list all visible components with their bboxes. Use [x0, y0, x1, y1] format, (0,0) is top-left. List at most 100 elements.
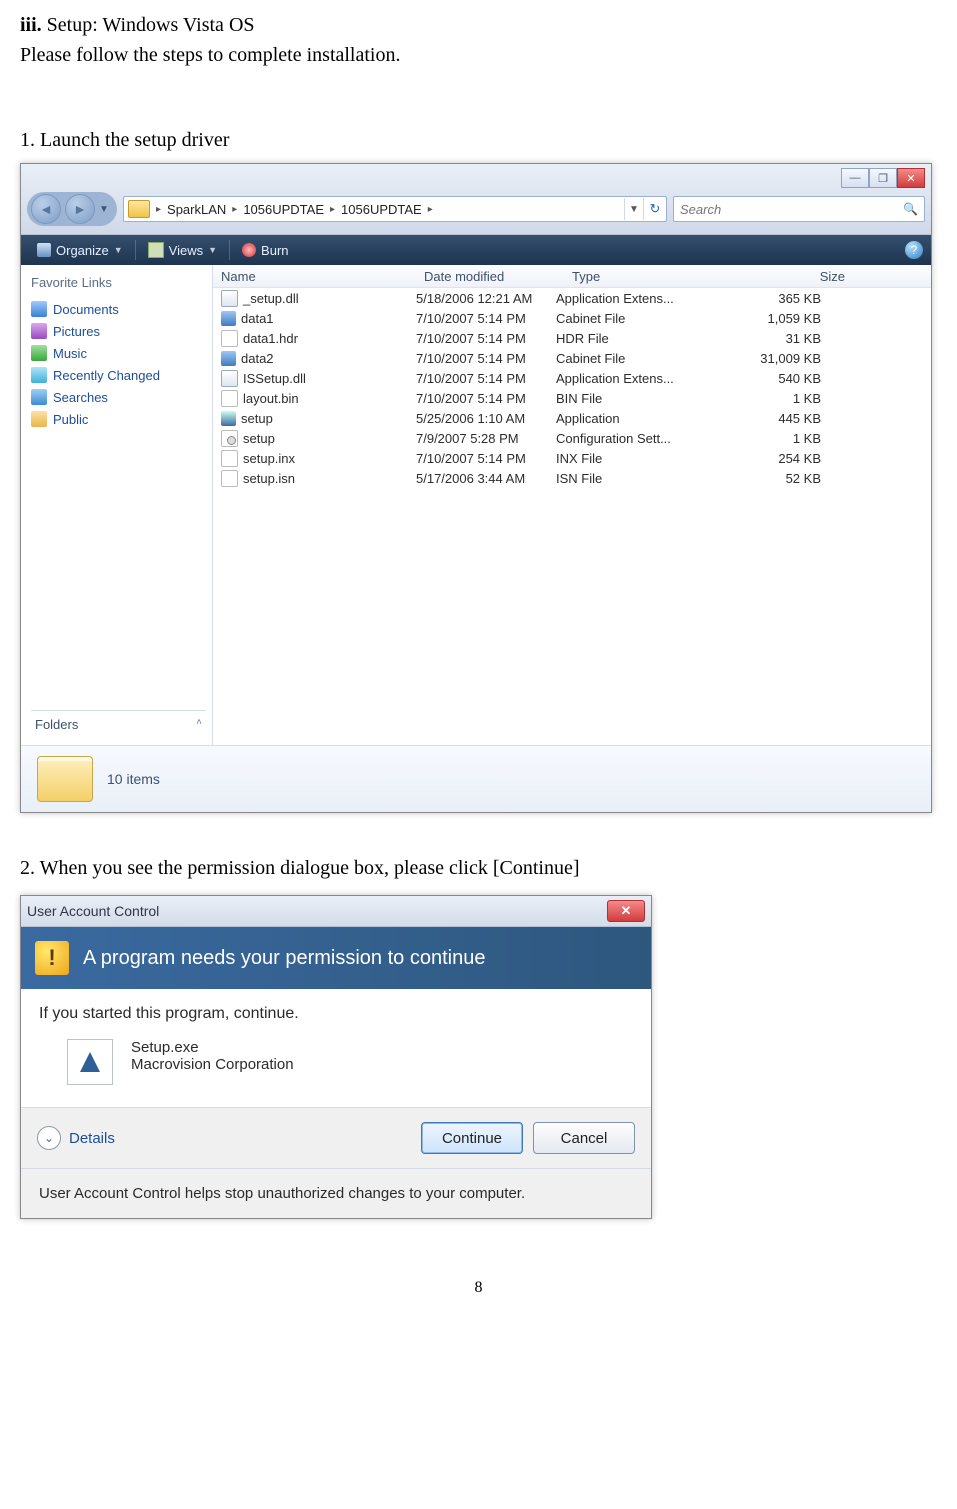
file-type: ISN File	[556, 471, 711, 486]
organize-label: Organize	[56, 243, 109, 258]
file-size: 445 KB	[711, 411, 841, 426]
chevron-down-icon: ▼	[208, 245, 217, 255]
search-input[interactable]	[674, 201, 882, 218]
uac-body: If you started this program, continue. S…	[21, 989, 651, 1107]
file-name: setup.inx	[243, 451, 295, 466]
search-box[interactable]: 🔍	[673, 196, 925, 222]
cancel-button[interactable]: Cancel	[533, 1122, 635, 1154]
file-name: data2	[241, 351, 274, 366]
breadcrumb-item[interactable]: SparkLAN	[163, 202, 230, 217]
file-size: 254 KB	[711, 451, 841, 466]
favorite-searches[interactable]: Searches	[31, 386, 206, 408]
file-icon	[221, 450, 238, 467]
pictures-icon	[31, 323, 47, 339]
burn-button[interactable]: Burn	[234, 243, 296, 258]
file-row[interactable]: layout.bin7/10/2007 5:14 PMBIN File1 KB	[213, 388, 931, 408]
heading-prefix: iii.	[20, 14, 42, 36]
folders-panel-toggle[interactable]: Folders ˄	[31, 710, 206, 738]
favorite-public[interactable]: Public	[31, 408, 206, 430]
address-dropdown[interactable]: ▼	[625, 204, 643, 215]
file-row[interactable]: _setup.dll 5/18/2006 12:21 AMApplication …	[213, 288, 931, 308]
program-name: Setup.exe	[131, 1039, 294, 1056]
file-name: setup.isn	[243, 471, 295, 486]
organize-button[interactable]: Organize ▼	[29, 243, 131, 258]
file-name: setup	[241, 411, 273, 426]
col-size[interactable]: Size	[727, 269, 865, 284]
uac-button-row: ⌄ Details Continue Cancel	[21, 1107, 651, 1169]
folder-icon	[128, 200, 150, 218]
exe-icon	[221, 411, 236, 426]
dll-icon	[221, 370, 238, 387]
close-button[interactable]: ✕	[897, 168, 925, 188]
back-button[interactable]: ◄	[31, 194, 61, 224]
breadcrumb-item[interactable]: 1056UPDTAE	[337, 202, 426, 217]
uac-title-text: User Account Control	[27, 903, 159, 919]
chevron-up-icon: ˄	[196, 717, 202, 732]
file-size: 365 KB	[711, 291, 841, 306]
address-bar[interactable]: ▸ SparkLAN ▸ 1056UPDTAE ▸ 1056UPDTAE ▸ ▼…	[123, 196, 667, 222]
explorer-window: — ❐ ✕ ◄ ► ▼ ▸ SparkLAN ▸ 1056UPDTAE ▸ 10…	[20, 163, 932, 813]
col-date[interactable]: Date modified	[416, 269, 564, 284]
favorite-music[interactable]: Music	[31, 342, 206, 364]
burn-label: Burn	[261, 243, 288, 258]
file-type: Cabinet File	[556, 351, 711, 366]
organize-icon	[37, 243, 51, 257]
minimize-button[interactable]: —	[841, 168, 869, 188]
file-row[interactable]: data17/10/2007 5:14 PMCabinet File1,059 …	[213, 308, 931, 328]
fav-label: Pictures	[53, 324, 100, 339]
maximize-button[interactable]: ❐	[869, 168, 897, 188]
file-size: 1 KB	[711, 431, 841, 446]
file-row[interactable]: data27/10/2007 5:14 PMCabinet File31,009…	[213, 348, 931, 368]
chevron-right-icon: ▸	[328, 204, 337, 215]
file-date: 7/10/2007 5:14 PM	[416, 311, 556, 326]
program-company: Macrovision Corporation	[131, 1056, 294, 1073]
file-list-pane: Name Date modified Type Size _setup.dll 5…	[213, 265, 931, 745]
step-1: 1. Launch the setup driver	[20, 125, 937, 155]
forward-button[interactable]: ►	[65, 194, 95, 224]
fav-label: Documents	[53, 302, 119, 317]
close-button[interactable]: ✕	[607, 900, 645, 922]
chevron-right-icon: ▸	[154, 204, 163, 215]
help-button[interactable]: ?	[905, 241, 923, 259]
chevron-right-icon: ▸	[426, 204, 435, 215]
col-name[interactable]: Name	[213, 269, 416, 284]
nav-history-dropdown[interactable]: ▼	[97, 204, 113, 215]
file-row[interactable]: ISSetup.dll7/10/2007 5:14 PMApplication …	[213, 368, 931, 388]
continue-button[interactable]: Continue	[421, 1122, 523, 1154]
file-type: BIN File	[556, 391, 711, 406]
file-type: HDR File	[556, 331, 711, 346]
file-row[interactable]: setup.inx7/10/2007 5:14 PMINX File254 KB	[213, 448, 931, 468]
file-type: Application Extens...	[556, 291, 711, 306]
file-date: 5/18/2006 12:21 AM	[416, 291, 556, 306]
favorite-recent[interactable]: Recently Changed	[31, 364, 206, 386]
file-date: 7/10/2007 5:14 PM	[416, 331, 556, 346]
folders-label: Folders	[35, 717, 78, 732]
col-type[interactable]: Type	[564, 269, 727, 284]
fav-label: Public	[53, 412, 88, 427]
file-row[interactable]: setup7/9/2007 5:28 PMConfiguration Sett.…	[213, 428, 931, 448]
uac-banner-text: A program needs your permission to conti…	[83, 947, 485, 970]
favorite-pictures[interactable]: Pictures	[31, 320, 206, 342]
views-button[interactable]: Views ▼	[140, 242, 225, 258]
file-row[interactable]: data1.hdr7/10/2007 5:14 PMHDR File31 KB	[213, 328, 931, 348]
details-toggle[interactable]: ⌄ Details	[37, 1126, 115, 1150]
file-name: _setup.dll	[243, 291, 299, 306]
explorer-header: — ❐ ✕ ◄ ► ▼ ▸ SparkLAN ▸ 1056UPDTAE ▸ 10…	[21, 164, 931, 235]
search-icon: 🔍	[903, 202, 918, 216]
file-date: 5/25/2006 1:10 AM	[416, 411, 556, 426]
file-row[interactable]: setup 5/25/2006 1:10 AMApplication445 KB	[213, 408, 931, 428]
nav-buttons: ◄ ► ▼	[27, 192, 117, 226]
file-type: Application	[556, 411, 711, 426]
file-size: 540 KB	[711, 371, 841, 386]
file-size: 1,059 KB	[711, 311, 841, 326]
item-count: 10 items	[107, 771, 160, 787]
refresh-button[interactable]: ↻	[643, 198, 666, 220]
ini-icon	[221, 430, 238, 447]
dll-icon	[221, 290, 238, 307]
file-size: 1 KB	[711, 391, 841, 406]
favorite-documents[interactable]: Documents	[31, 298, 206, 320]
file-name: data1.hdr	[243, 331, 298, 346]
file-row[interactable]: setup.isn5/17/2006 3:44 AMISN File52 KB	[213, 468, 931, 488]
views-icon	[148, 242, 164, 258]
breadcrumb-item[interactable]: 1056UPDTAE	[239, 202, 328, 217]
